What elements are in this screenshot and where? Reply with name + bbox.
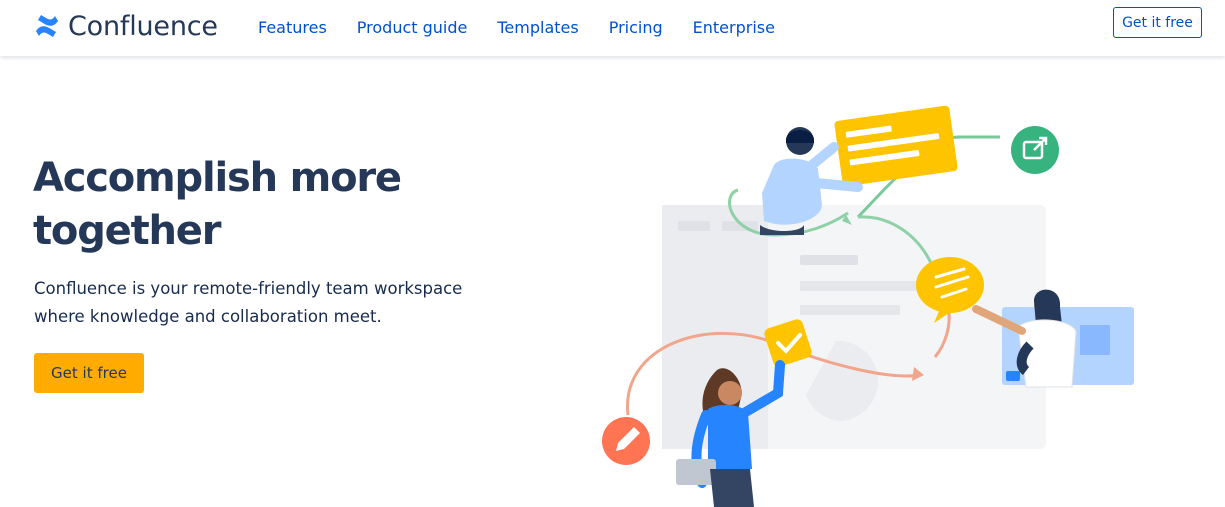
nav-link-templates[interactable]: Templates xyxy=(497,18,578,37)
hero-title: Accomplish more together xyxy=(33,155,402,254)
confluence-logo-icon xyxy=(36,15,58,37)
nav-link-enterprise[interactable]: Enterprise xyxy=(693,18,775,37)
main-nav: Features Product guide Templates Pricing… xyxy=(258,18,805,37)
nav-link-features[interactable]: Features xyxy=(258,18,327,37)
hero-subtitle: Confluence is your remote-friendly team … xyxy=(34,279,463,326)
video-camera-icon xyxy=(1006,371,1020,381)
confluence-logo[interactable]: Confluence xyxy=(34,10,218,42)
pencil-icon xyxy=(602,417,650,465)
nav-link-product-guide[interactable]: Product guide xyxy=(357,18,468,37)
yellow-note-card xyxy=(834,105,958,187)
hero-illustration xyxy=(602,105,1134,507)
share-icon xyxy=(1011,126,1059,174)
hero-get-it-free-button[interactable]: Get it free xyxy=(34,353,144,393)
header-get-it-free-button[interactable]: Get it free xyxy=(1113,7,1202,38)
brand-name: Confluence xyxy=(68,10,218,42)
top-navbar: Confluence Features Product guide Templa… xyxy=(0,0,1225,56)
nav-link-pricing[interactable]: Pricing xyxy=(609,18,663,37)
